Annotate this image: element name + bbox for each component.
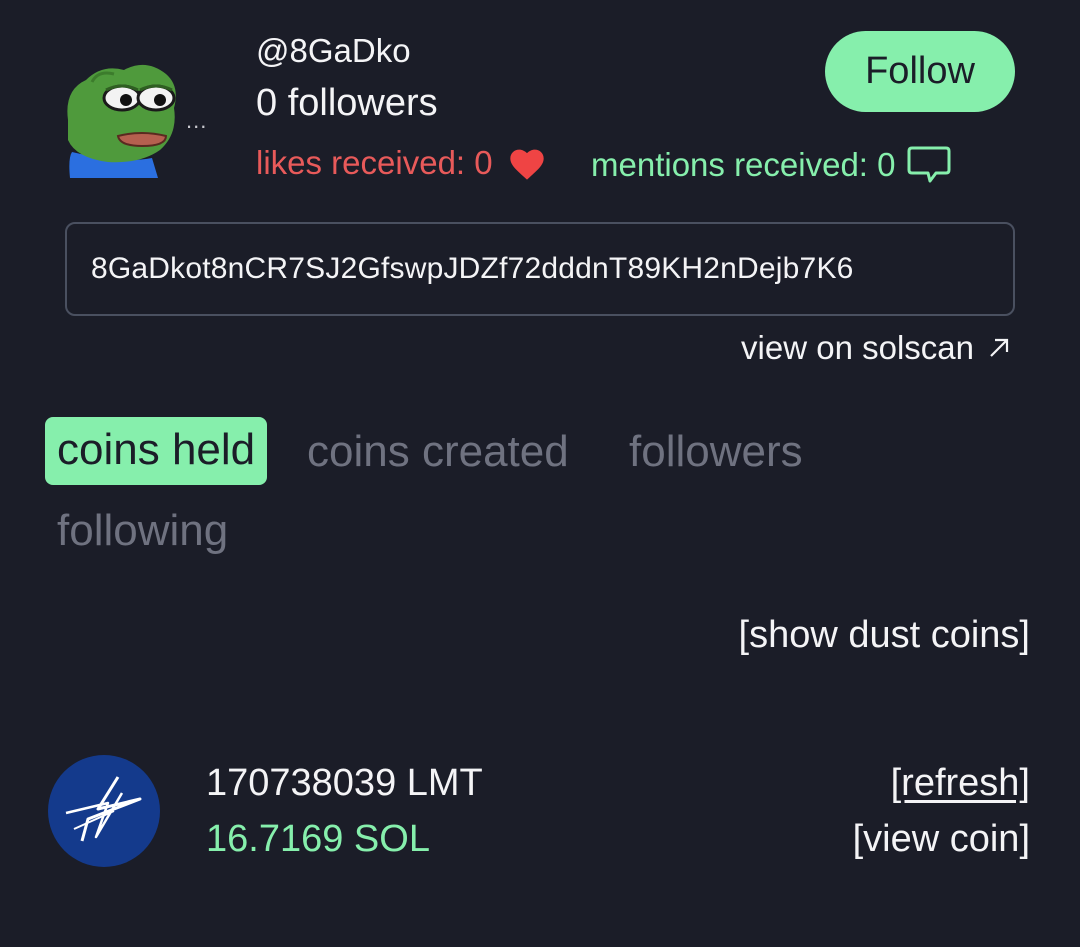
followers-count: 0 followers xyxy=(256,82,438,124)
mentions-received: mentions received: 0 xyxy=(591,144,952,186)
heart-icon xyxy=(509,149,544,180)
coin-sol-value: 16.7169 SOL xyxy=(206,818,430,860)
tab-coins-created[interactable]: coins created xyxy=(307,430,569,474)
tab-followers[interactable]: followers xyxy=(629,430,803,474)
likes-received-label: likes received: 0 xyxy=(256,144,493,181)
likes-received: likes received: 0 xyxy=(256,144,547,182)
chat-bubble-icon xyxy=(907,146,950,183)
follow-button[interactable]: Follow xyxy=(825,31,1015,112)
tab-coins-held[interactable]: coins held xyxy=(45,417,268,485)
wallet-address-field[interactable]: 8GaDkot8nCR7SJ2GfswpJDZf72dddnT89KH2nDej… xyxy=(65,222,1015,316)
solscan-link-label: view on solscan xyxy=(741,329,974,366)
show-dust-coins-toggle[interactable]: [show dust coins] xyxy=(739,614,1030,657)
view-on-solscan-link[interactable]: view on solscan xyxy=(741,329,1010,367)
external-link-arrow-icon xyxy=(990,338,1009,357)
star-logo-icon[interactable] xyxy=(48,755,160,867)
avatar-more-indicator: ... xyxy=(186,108,208,133)
frog-avatar-icon[interactable] xyxy=(62,60,182,178)
profile-page: ... @8GaDko 0 followers Follow likes rec… xyxy=(0,0,1080,947)
mentions-received-label: mentions received: 0 xyxy=(591,146,896,183)
refresh-link[interactable]: [refresh] xyxy=(891,762,1030,805)
profile-handle: @8GaDko xyxy=(256,32,411,69)
view-coin-link[interactable]: [view coin] xyxy=(853,818,1030,861)
tab-following[interactable]: following xyxy=(57,509,228,553)
coin-amount: 170738039 LMT xyxy=(206,762,483,804)
